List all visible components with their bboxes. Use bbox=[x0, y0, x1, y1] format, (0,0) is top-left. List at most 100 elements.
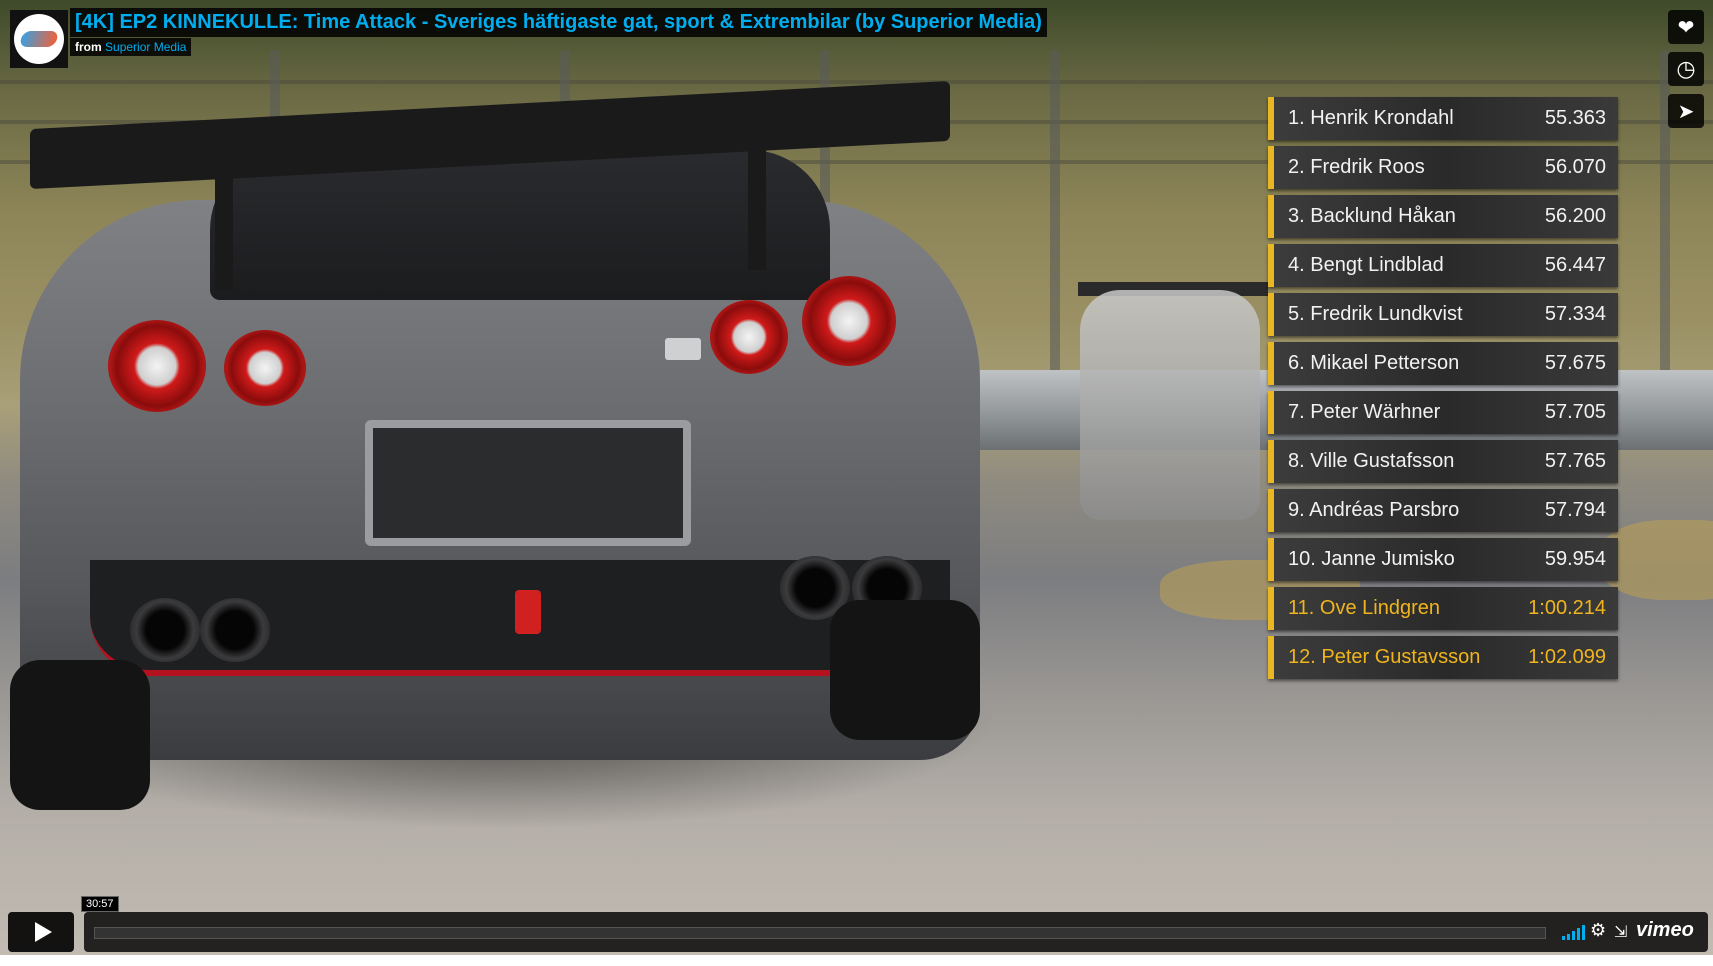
wing-support bbox=[748, 140, 766, 270]
leaderboard-row: 4. Bengt Lindblad 56.447 bbox=[1268, 244, 1618, 287]
position: 3. bbox=[1288, 205, 1305, 227]
leaderboard-row: 1. Henrik Krondahl 55.363 bbox=[1268, 97, 1618, 140]
position: 8. bbox=[1288, 450, 1305, 472]
logo-circle bbox=[14, 14, 64, 64]
bottom-strip bbox=[0, 955, 1713, 966]
lap-time: 57.705 bbox=[1544, 401, 1606, 423]
driver-name: Peter Gustavsson bbox=[1321, 646, 1481, 668]
tire bbox=[830, 600, 980, 740]
heart-icon: ❤ bbox=[1677, 16, 1695, 39]
byline: from Superior Media bbox=[70, 38, 192, 56]
driver-label: 12. Peter Gustavsson bbox=[1288, 646, 1480, 669]
from-label: from bbox=[75, 40, 102, 54]
tail-light bbox=[224, 330, 306, 406]
lap-time: 1:02.099 bbox=[1528, 646, 1606, 668]
lap-time: 1:00.214 bbox=[1528, 597, 1606, 619]
tow-hook bbox=[515, 590, 541, 634]
tire bbox=[10, 660, 150, 810]
leaderboard-row: 7. Peter Wärhner 57.705 bbox=[1268, 391, 1618, 434]
leaderboard-row: 5. Fredrik Lundkvist 57.334 bbox=[1268, 293, 1618, 336]
driver-label: 3. Backlund Håkan bbox=[1288, 205, 1456, 228]
position: 1. bbox=[1288, 107, 1305, 129]
driver-label: 7. Peter Wärhner bbox=[1288, 401, 1440, 424]
driver-name: Fredrik Lundkvist bbox=[1310, 303, 1463, 325]
play-button[interactable] bbox=[8, 912, 74, 952]
fence-post bbox=[1050, 50, 1060, 390]
lap-time: 59.954 bbox=[1544, 548, 1606, 570]
license-plate bbox=[365, 420, 691, 546]
driver-name: Henrik Krondahl bbox=[1310, 107, 1454, 129]
driver-name: Ove Lindgren bbox=[1319, 597, 1440, 619]
share-button[interactable]: ➤ bbox=[1668, 94, 1704, 128]
driver-label: 10. Janne Jumisko bbox=[1288, 548, 1455, 571]
driver-label: 9. Andréas Parsbro bbox=[1288, 499, 1459, 522]
leaderboard-row: 9. Andréas Parsbro 57.794 bbox=[1268, 489, 1618, 532]
lap-time: 57.675 bbox=[1544, 352, 1606, 374]
leaderboard-row: 3. Backlund Håkan 56.200 bbox=[1268, 195, 1618, 238]
driver-label: 2. Fredrik Roos bbox=[1288, 156, 1425, 179]
lap-time: 57.765 bbox=[1544, 450, 1606, 472]
leaderboard-row: 2. Fredrik Roos 56.070 bbox=[1268, 146, 1618, 189]
tail-light bbox=[108, 320, 206, 412]
driver-label: 11. Ove Lindgren bbox=[1288, 597, 1440, 620]
driver-label: 4. Bengt Lindblad bbox=[1288, 254, 1444, 277]
lap-time: 56.200 bbox=[1544, 205, 1606, 227]
video-player[interactable]: [4K] EP2 KINNEKULLE: Time Attack - Sveri… bbox=[0, 0, 1713, 966]
driver-name: Andréas Parsbro bbox=[1309, 499, 1460, 521]
leaderboard-row: 10. Janne Jumisko 59.954 bbox=[1268, 538, 1618, 581]
driver-name: Mikael Petterson bbox=[1310, 352, 1460, 374]
driver-label: 1. Henrik Krondahl bbox=[1288, 107, 1454, 130]
position: 2. bbox=[1288, 156, 1305, 178]
driver-label: 8. Ville Gustafsson bbox=[1288, 450, 1454, 473]
position: 9. bbox=[1288, 499, 1305, 521]
lap-time: 55.363 bbox=[1544, 107, 1606, 129]
position: 5. bbox=[1288, 303, 1305, 325]
vimeo-logo[interactable]: vimeo bbox=[1636, 919, 1694, 942]
lap-time: 56.070 bbox=[1544, 156, 1606, 178]
driver-name: Peter Wärhner bbox=[1310, 401, 1441, 423]
watch-later-button[interactable]: ◷ bbox=[1668, 52, 1704, 86]
driver-name: Backlund Håkan bbox=[1310, 205, 1456, 227]
driver-name: Bengt Lindblad bbox=[1310, 254, 1444, 276]
driver-label: 5. Fredrik Lundkvist bbox=[1288, 303, 1463, 326]
exhaust bbox=[200, 598, 270, 662]
progress-bar[interactable] bbox=[94, 927, 1546, 939]
superior-media-logo bbox=[18, 31, 60, 47]
fence bbox=[0, 80, 1713, 84]
like-button[interactable]: ❤ bbox=[1668, 10, 1704, 44]
lap-time: 57.334 bbox=[1544, 303, 1606, 325]
lap-time: 56.447 bbox=[1544, 254, 1606, 276]
exhaust bbox=[130, 598, 200, 662]
background-car bbox=[1080, 290, 1260, 520]
leaderboard-row: 11. Ove Lindgren 1:00.214 bbox=[1268, 587, 1618, 630]
paper-plane-icon: ➤ bbox=[1677, 100, 1695, 123]
tail-light bbox=[802, 276, 896, 366]
driver-label: 6. Mikael Petterson bbox=[1288, 352, 1459, 375]
driver-name: Janne Jumisko bbox=[1321, 548, 1455, 570]
wing-support bbox=[215, 160, 233, 290]
position: 11. bbox=[1288, 597, 1315, 619]
position: 4. bbox=[1288, 254, 1305, 276]
leaderboard: 1. Henrik Krondahl 55.363 2. Fredrik Roos 5… bbox=[1268, 97, 1618, 685]
position: 10. bbox=[1288, 548, 1316, 570]
leaderboard-row: 8. Ville Gustafsson 57.765 bbox=[1268, 440, 1618, 483]
video-title[interactable]: [4K] EP2 KINNEKULLE: Time Attack - Sveri… bbox=[70, 8, 1047, 37]
player-controls: 30:57 ⚙ ⇲ vimeo bbox=[8, 896, 1708, 954]
volume-icon[interactable] bbox=[1562, 924, 1585, 940]
position: 7. bbox=[1288, 401, 1305, 423]
tail-light bbox=[710, 300, 788, 374]
position: 12. bbox=[1288, 646, 1316, 668]
author-link[interactable]: Superior Media bbox=[105, 40, 186, 54]
leaderboard-row: 6. Mikael Petterson 57.675 bbox=[1268, 342, 1618, 385]
leaderboard-row: 12. Peter Gustavsson 1:02.099 bbox=[1268, 636, 1618, 679]
settings-icon[interactable]: ⚙ bbox=[1590, 920, 1606, 941]
lap-time: 57.794 bbox=[1544, 499, 1606, 521]
driver-name: Ville Gustafsson bbox=[1310, 450, 1455, 472]
clock-icon: ◷ bbox=[1676, 56, 1696, 81]
control-bar: 30:57 ⚙ ⇲ vimeo bbox=[81, 896, 1708, 952]
channel-logo[interactable] bbox=[10, 10, 68, 68]
fullscreen-icon[interactable]: ⇲ bbox=[1614, 922, 1627, 942]
position: 6. bbox=[1288, 352, 1305, 374]
play-icon bbox=[34, 922, 52, 942]
car-badge bbox=[665, 338, 701, 360]
